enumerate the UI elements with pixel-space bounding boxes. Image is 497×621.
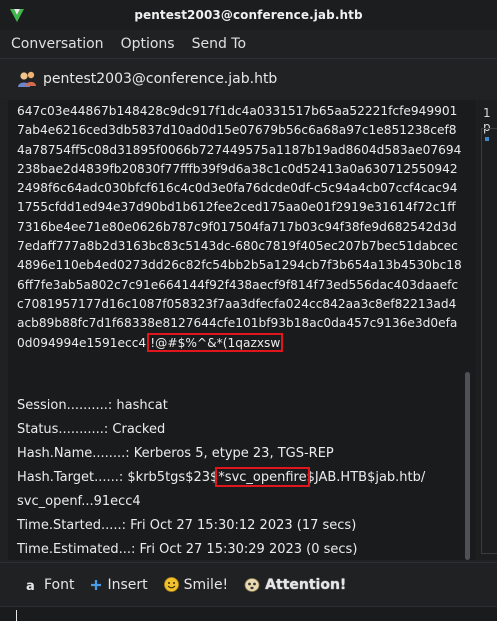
smile-button[interactable]: Smile!	[163, 576, 229, 593]
participants-list[interactable]	[481, 128, 497, 554]
chat-history[interactable]: 647c03e44867b148428c9dc917f1dc4a0331517b…	[8, 100, 476, 560]
menu-send-to[interactable]: Send To	[192, 36, 246, 52]
menu-conversation[interactable]: Conversation	[11, 36, 104, 52]
hash-name-line: Hash.Name........: Kerberos 5, etype 23,…	[17, 446, 334, 461]
font-button[interactable]: a Font	[25, 577, 74, 593]
plus-icon	[90, 579, 102, 591]
insert-button[interactable]: Insert	[90, 576, 148, 593]
text-caret	[16, 610, 17, 621]
message-input[interactable]	[0, 606, 497, 621]
menu-options[interactable]: Options	[121, 36, 175, 52]
pidgin-app-icon	[10, 9, 24, 22]
title-bar: pentest2003@conference.jab.htb	[0, 0, 497, 30]
hash-target-line: Hash.Target......: $krb5tgs$23$*svc_open…	[17, 466, 467, 490]
cracked-password: !@#$%^&*(1qazxsw	[150, 335, 281, 350]
attention-icon	[244, 577, 260, 592]
time-estimated-line: Time.Estimated...: Fri Oct 27 15:30:29 2…	[17, 542, 358, 557]
window-title: pentest2003@conference.jab.htb	[134, 8, 363, 22]
conversation-header: pentest2003@conference.jab.htb	[0, 58, 497, 98]
buddy-name: pentest2003@conference.jab.htb	[43, 70, 278, 87]
smiley-icon	[163, 577, 179, 592]
list-marker-icon	[485, 137, 489, 141]
hash-target-prefix: Hash.Target......: $krb5tgs$23$	[17, 470, 219, 485]
font-label: Font	[44, 576, 75, 593]
hashcat-status: Session..........: hashcat Status.......…	[17, 394, 467, 560]
hash-target-line-2: svc_openf...91ecc4	[17, 494, 141, 509]
insert-label: Insert	[107, 576, 148, 593]
menu-bar: Conversation Options Send To	[0, 30, 497, 58]
hash-text: 647c03e44867b148428c9dc917f1dc4a0331517b…	[17, 104, 462, 350]
font-icon: a	[25, 578, 39, 592]
time-started-line: Time.Started.....: Fri Oct 27 15:30:12 2…	[17, 518, 357, 533]
chat-room-icon	[18, 71, 36, 87]
smile-label: Smile!	[183, 576, 229, 593]
hash-target-user: *svc_openfire	[218, 470, 307, 485]
chat-scrollbar-thumb[interactable]	[465, 372, 470, 560]
hash-target-suffix: $JAB.HTB$jab.htb/	[306, 470, 426, 485]
attention-button[interactable]: Attention!	[244, 577, 346, 593]
format-toolbar: a Font Insert Smile! Attention!	[0, 562, 497, 606]
status-line: Status...........: Cracked	[17, 422, 166, 437]
attention-label: Attention!	[265, 576, 347, 593]
svg-text:a: a	[26, 579, 35, 592]
session-line: Session..........: hashcat	[17, 398, 168, 413]
participants-panel: 1 p	[477, 100, 497, 560]
hash-output: 647c03e44867b148428c9dc917f1dc4a0331517b…	[17, 102, 463, 353]
